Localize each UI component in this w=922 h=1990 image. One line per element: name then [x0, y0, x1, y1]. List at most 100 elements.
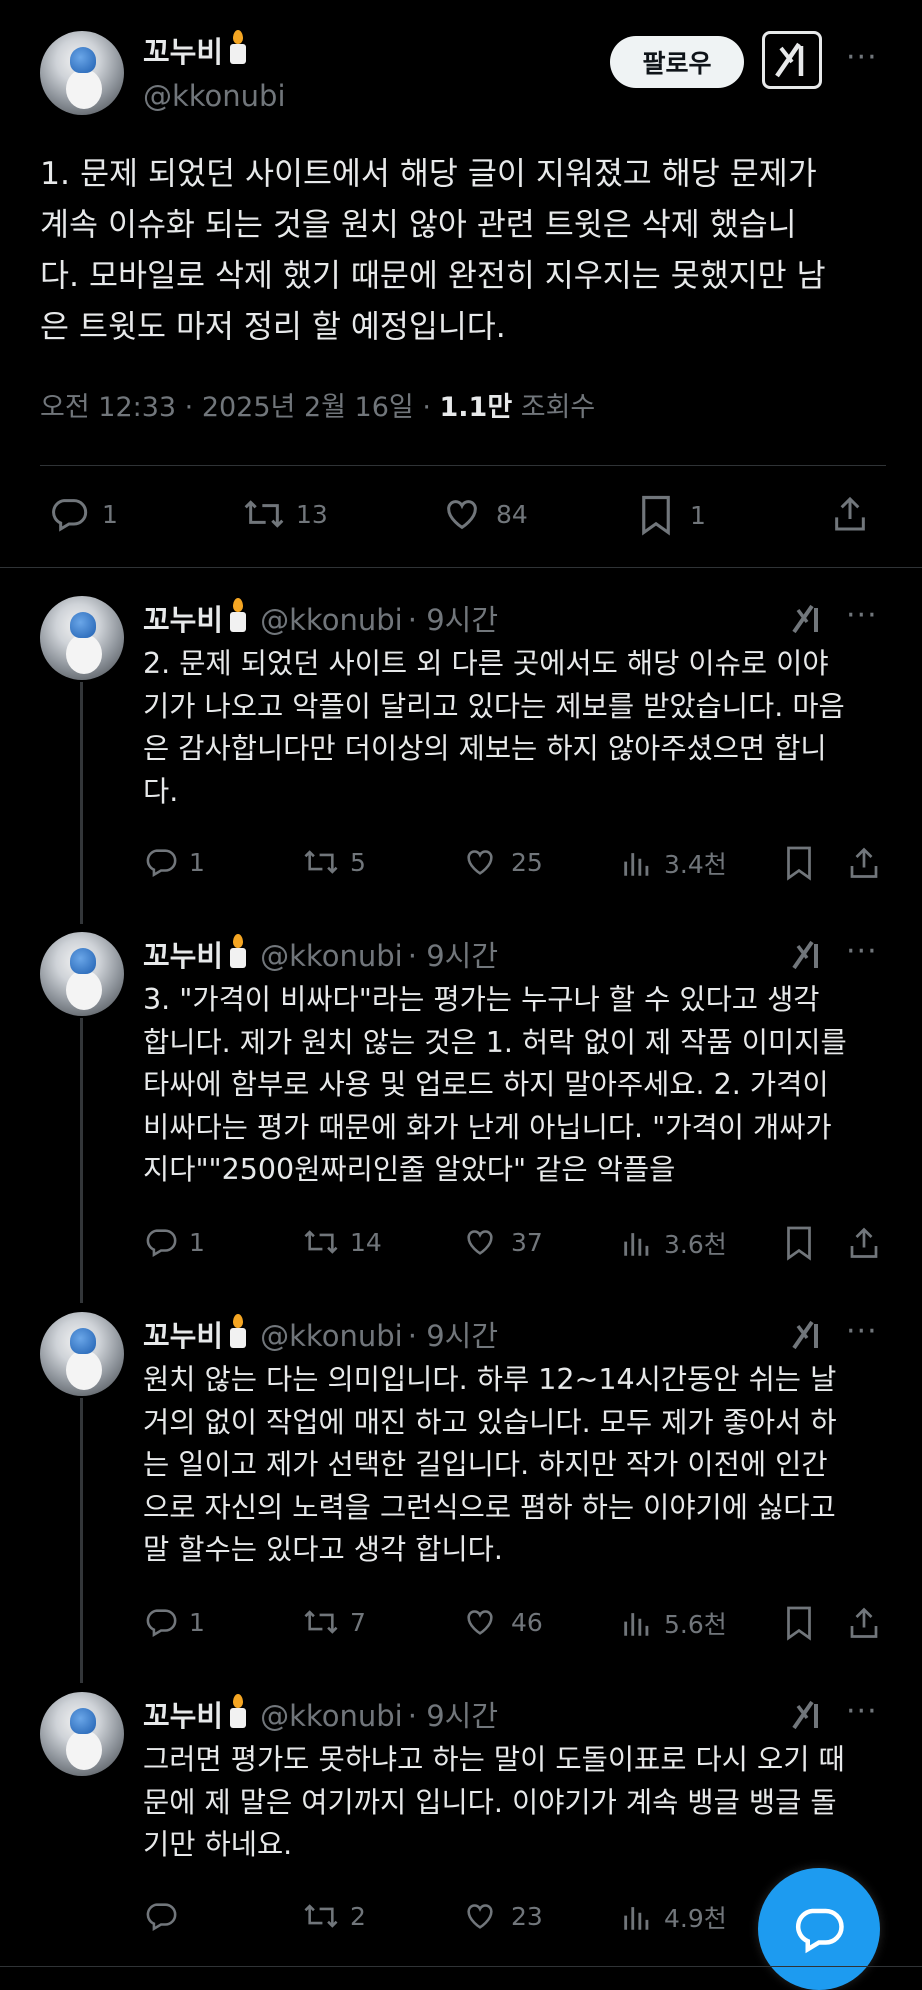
author-name[interactable]: 꼬누비 [143, 603, 223, 637]
compose-icon [795, 1908, 844, 1954]
repost-button[interactable]: 7 [300, 1605, 366, 1639]
author-handle[interactable]: @kkonubi [143, 76, 286, 116]
views-button[interactable]: 4.9천 [620, 1899, 727, 1935]
repost-icon [304, 1230, 338, 1254]
post-time[interactable]: · 9시간 [408, 1319, 498, 1353]
reply-text: 원치 않는 다는 의미입니다. 하루 12~14시간동안 쉬는 날 거의 없이 … [143, 1363, 837, 1566]
author-name[interactable]: 꼬누비 [143, 1699, 223, 1733]
post-time[interactable]: · 9시간 [408, 1699, 498, 1733]
bookmark-icon[interactable] [784, 1225, 814, 1261]
author-handle[interactable]: @kkonubi [260, 939, 403, 973]
candle-emoji [229, 598, 247, 634]
share-icon[interactable] [846, 1225, 882, 1261]
views-button[interactable]: 3.4천 [620, 845, 727, 881]
grok-icon[interactable] [790, 1318, 826, 1352]
thread-line [80, 1398, 83, 1683]
repost-button[interactable]: 5 [300, 845, 366, 879]
share-icon [835, 496, 865, 531]
author-name[interactable]: 꼬누비 [143, 1319, 223, 1353]
like-icon [467, 1904, 493, 1929]
repost-icon [244, 500, 284, 528]
candle-emoji [229, 1314, 247, 1350]
like-button[interactable]: 23 [461, 1899, 543, 1933]
author-handle[interactable]: @kkonubi [260, 1699, 403, 1733]
author-name[interactable]: 꼬누비 [143, 939, 223, 973]
avatar[interactable] [40, 1312, 124, 1396]
thread-line [80, 1018, 83, 1303]
bottom-divider [0, 1966, 922, 1967]
tweet-text: 1. 문제 되었던 사이트에서 해당 글이 지워졌고 해당 문제가 계속 이슈화… [40, 156, 826, 345]
repost-icon [304, 850, 338, 874]
reply-button[interactable]: 1 [48, 494, 118, 534]
reply-button[interactable] [143, 1899, 189, 1933]
bookmark-icon[interactable] [784, 1605, 814, 1641]
views-button[interactable]: 3.6천 [620, 1225, 727, 1261]
grok-icon[interactable] [790, 1698, 826, 1732]
avatar[interactable] [40, 1692, 124, 1776]
more-icon[interactable]: ··· [846, 1694, 878, 1729]
views-icon [624, 1613, 649, 1636]
grok-icon[interactable] [790, 602, 826, 636]
candle-emoji [229, 1694, 247, 1730]
follow-label: 팔로우 [642, 49, 712, 78]
like-button[interactable]: 46 [461, 1605, 543, 1639]
avatar[interactable] [40, 31, 124, 115]
grok-icon[interactable] [762, 31, 822, 89]
thread-line [80, 682, 83, 924]
author-name[interactable]: 꼬누비 [143, 35, 223, 69]
avatar[interactable] [40, 932, 124, 1016]
divider [40, 465, 886, 466]
reply-button[interactable]: 1 [143, 1605, 205, 1639]
reply-icon [146, 1609, 177, 1638]
candle-emoji [229, 934, 247, 970]
like-icon [467, 850, 493, 875]
reply-icon [52, 499, 88, 532]
bookmark-icon [642, 495, 670, 536]
repost-button[interactable]: 14 [300, 1225, 382, 1259]
like-icon [467, 1230, 493, 1255]
like-button[interactable]: 84 [440, 494, 528, 534]
bookmark-button[interactable]: 1 [638, 494, 706, 536]
repost-button[interactable]: 2 [300, 1899, 366, 1933]
share-button[interactable] [830, 494, 870, 534]
views-button[interactable]: 5.6천 [620, 1605, 727, 1641]
more-icon[interactable]: ··· [846, 934, 878, 969]
reply-button[interactable]: 1 [143, 845, 205, 879]
author-handle[interactable]: @kkonubi [260, 1319, 403, 1353]
share-icon[interactable] [846, 1605, 882, 1641]
avatar[interactable] [40, 596, 124, 680]
reply-icon [146, 1903, 177, 1932]
bookmark-icon[interactable] [784, 845, 814, 881]
grok-icon[interactable] [790, 938, 826, 972]
like-button[interactable]: 37 [461, 1225, 543, 1259]
views-icon [624, 1907, 649, 1930]
like-icon [447, 500, 477, 530]
reply-text: 3. "가격이 비싸다"라는 평가는 누구나 할 수 있다고 생각 합니다. 제… [143, 983, 847, 1186]
like-button[interactable]: 25 [461, 845, 543, 879]
more-icon[interactable]: ··· [846, 1314, 878, 1349]
compose-button[interactable] [758, 1868, 880, 1990]
share-icon[interactable] [846, 845, 882, 881]
post-time[interactable]: · 9시간 [408, 939, 498, 973]
repost-icon [304, 1904, 338, 1928]
candle-emoji [229, 30, 247, 66]
views-icon [624, 1233, 649, 1256]
repost-button[interactable]: 13 [240, 494, 328, 534]
post-time[interactable]: · 9시간 [408, 603, 498, 637]
views-icon [624, 853, 649, 876]
reply-button[interactable]: 1 [143, 1225, 205, 1259]
reply-icon [146, 1229, 177, 1258]
divider [0, 567, 922, 568]
more-icon[interactable]: ··· [846, 40, 878, 75]
reply-text: 2. 문제 되었던 사이트 외 다른 곳에서도 해당 이슈로 이야 기가 나오고… [143, 647, 845, 808]
reply-text: 그러면 평가도 못하냐고 하는 말이 도돌이표로 다시 오기 때 문에 제 말은… [143, 1743, 845, 1861]
follow-button[interactable]: 팔로우 [610, 36, 744, 88]
reply-icon [146, 849, 177, 878]
views-label: 조회수 [512, 392, 596, 423]
like-icon [467, 1610, 493, 1635]
more-icon[interactable]: ··· [846, 598, 878, 633]
author-handle[interactable]: @kkonubi [260, 603, 403, 637]
timestamp[interactable]: 오전 12:33 · 2025년 2월 16일 · [40, 392, 440, 423]
views-count: 1.1만 [439, 392, 513, 423]
repost-icon [304, 1610, 338, 1634]
